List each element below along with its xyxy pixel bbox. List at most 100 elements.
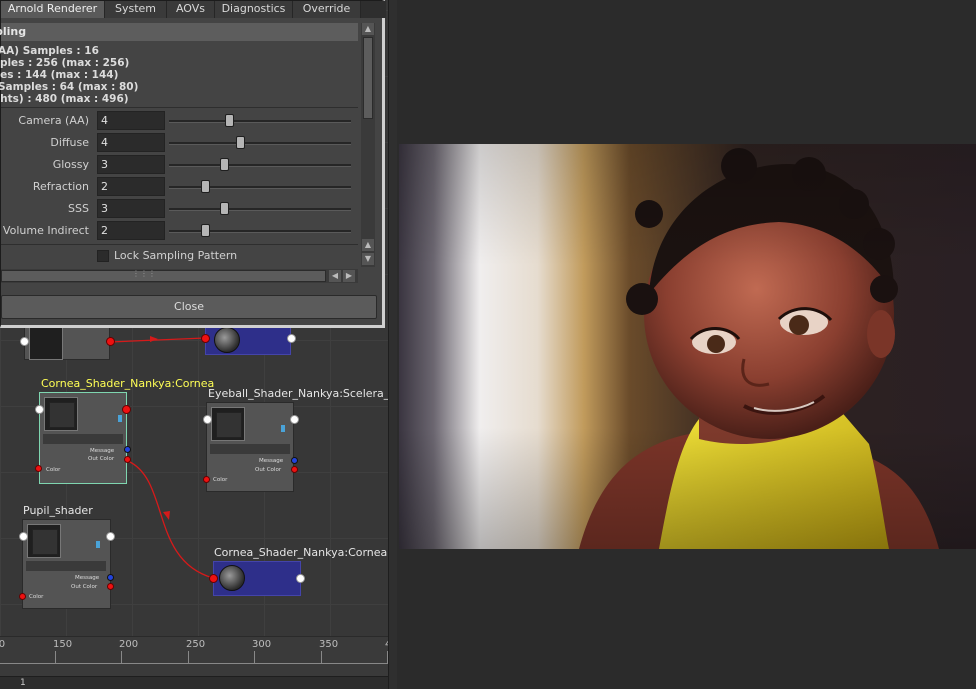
camera-aa-slider-knob[interactable] [225,114,235,127]
stat-line: ights) : 480 (max : 496) [0,93,129,105]
glossy-field[interactable]: 3 [97,155,165,174]
eyeball-out-color-port[interactable] [291,466,298,473]
tab-system[interactable]: System [105,1,167,18]
top-shader-swatch [29,326,63,360]
volume-indirect-slider-track[interactable] [169,230,351,233]
node-editor[interactable]: Cornea_Shader_Nankya:Cornea Message Out … [0,0,396,689]
camera-aa-slider-track[interactable] [169,120,351,123]
horizontal-scroll-thumb[interactable]: ⋮⋮⋮ [1,269,326,282]
sss-slider-knob[interactable] [219,202,229,215]
scroll-left-arrow-icon[interactable]: ◀ [329,270,341,282]
cornea-output-port[interactable] [122,405,131,414]
top-shader-output-port[interactable] [106,337,115,346]
pupil-mode-icon[interactable] [96,541,100,548]
tick [321,651,322,663]
time-slider[interactable]: 100 150 200 250 300 350 400 [0,636,396,677]
vertical-scroll-thumb[interactable] [363,37,373,119]
cornea-shader-swatch [44,397,78,431]
scroll-up-arrow-icon[interactable]: ▲ [362,23,374,35]
tab-arnold-renderer[interactable]: Arnold Renderer [1,1,105,18]
connection-arrow-top [150,336,158,342]
refraction-slider-track[interactable] [169,186,351,189]
stats-divider [1,107,358,108]
refraction-field[interactable]: 2 [97,177,165,196]
top-sg-input-port[interactable] [201,334,210,343]
eyeball-out-color-label: Out Color [255,467,282,473]
tick [121,651,122,663]
top-shader-input-port[interactable] [20,337,29,346]
pane-divider[interactable] [388,0,397,689]
cornea-input-port[interactable] [35,405,44,414]
eyeball-mode-icon[interactable] [281,425,285,432]
pupil-color-port[interactable] [19,593,26,600]
tab-override[interactable]: Override [293,1,361,18]
pupil-input-port[interactable] [19,532,28,541]
top-sg-output-port[interactable] [287,334,296,343]
eyeball-input-port[interactable] [203,415,212,424]
glossy-row: Glossy 3 [1,155,358,175]
diffuse-field[interactable]: 4 [97,133,165,152]
scroll-right-arrow-icon[interactable]: ▶ [343,270,355,282]
pupil-swatch-inner [32,529,58,555]
tab-diagnostics[interactable]: Diagnostics [215,1,293,18]
pupil-color-label: Color [29,594,44,600]
cornea-color-port[interactable] [35,465,42,472]
cornea-shader-node[interactable]: Message Out Color Color [39,392,127,484]
refraction-slider-knob[interactable] [201,180,211,193]
cornea-sg-input-port[interactable] [209,574,218,583]
render-vignette [399,144,976,549]
cornea-message-port[interactable] [124,446,131,453]
eyeball-message-port[interactable] [291,457,298,464]
close-button[interactable]: Close [1,295,377,319]
sss-field[interactable]: 3 [97,199,165,218]
diffuse-label: Diffuse [50,136,89,149]
cornea-mode-icon[interactable] [118,415,122,422]
pupil-out-color-port[interactable] [107,583,114,590]
eyeball-shader-node[interactable]: Message Out Color Color [206,402,294,492]
eyeball-output-port[interactable] [290,415,299,424]
glossy-slider-knob[interactable] [219,158,229,171]
pupil-message-port[interactable] [107,574,114,581]
diffuse-slider-knob[interactable] [235,136,245,149]
cornea-sg-node[interactable] [213,561,301,596]
scroll-down-arrow-icon[interactable]: ▼ [362,253,374,265]
scroll-up-arrow-icon[interactable]: ▲ [362,239,374,251]
cornea-sg-output-port[interactable] [296,574,305,583]
cornea-shader-title: Cornea_Shader_Nankya:Cornea [41,377,215,390]
connection-pupil-top [109,337,206,343]
eyeball-swatch-inner [216,412,242,438]
stat-line: Samples : 64 (max : 80) [0,81,139,93]
eyeball-color-port[interactable] [203,476,210,483]
camera-aa-row: Camera (AA) 4 [1,111,358,131]
tick [55,651,56,663]
connection-cornea-to-sg [127,460,214,579]
pupil-shader-swatch [27,524,61,558]
lock-sampling-label: Lock Sampling Pattern [114,249,238,262]
cornea-out-color-port[interactable] [124,456,131,463]
stat-line: ples : 144 (max : 144) [0,69,119,81]
sss-row: SSS 3 [1,199,358,219]
tick-label-150: 150 [53,639,73,650]
sampling-stats: AA) Samples : 16 mples : 256 (max : 256)… [0,45,358,105]
render-view-image [399,144,976,549]
volume-indirect-slider-knob[interactable] [201,224,211,237]
sss-slider-track[interactable] [169,208,351,211]
tab-aovs[interactable]: AOVs [167,1,215,18]
tick-label-200: 200 [119,639,139,650]
settings-horizontal-scrollbar[interactable]: ⋮⋮⋮ ◀ ▶ [1,269,358,283]
sampling-section-header[interactable]: pling [0,23,358,41]
settings-vertical-scrollbar[interactable]: ▲ ▲ ▼ [361,23,375,267]
refraction-row: Refraction 2 [1,177,358,197]
render-settings-window[interactable]: Arnold Renderer System AOVs Diagnostics … [0,0,386,328]
sss-label: SSS [68,202,89,215]
diffuse-slider-track[interactable] [169,142,351,145]
scroll-grip-icon: ⋮⋮⋮ [132,269,156,278]
pupil-shader-node[interactable]: Message Out Color Color [22,519,111,609]
lock-sampling-checkbox[interactable] [97,250,109,262]
glossy-label: Glossy [52,158,89,171]
pupil-output-port[interactable] [106,532,115,541]
glossy-slider-track[interactable] [169,164,351,167]
camera-aa-field[interactable]: 4 [97,111,165,130]
refraction-label: Refraction [32,180,89,193]
volume-indirect-field[interactable]: 2 [97,221,165,240]
